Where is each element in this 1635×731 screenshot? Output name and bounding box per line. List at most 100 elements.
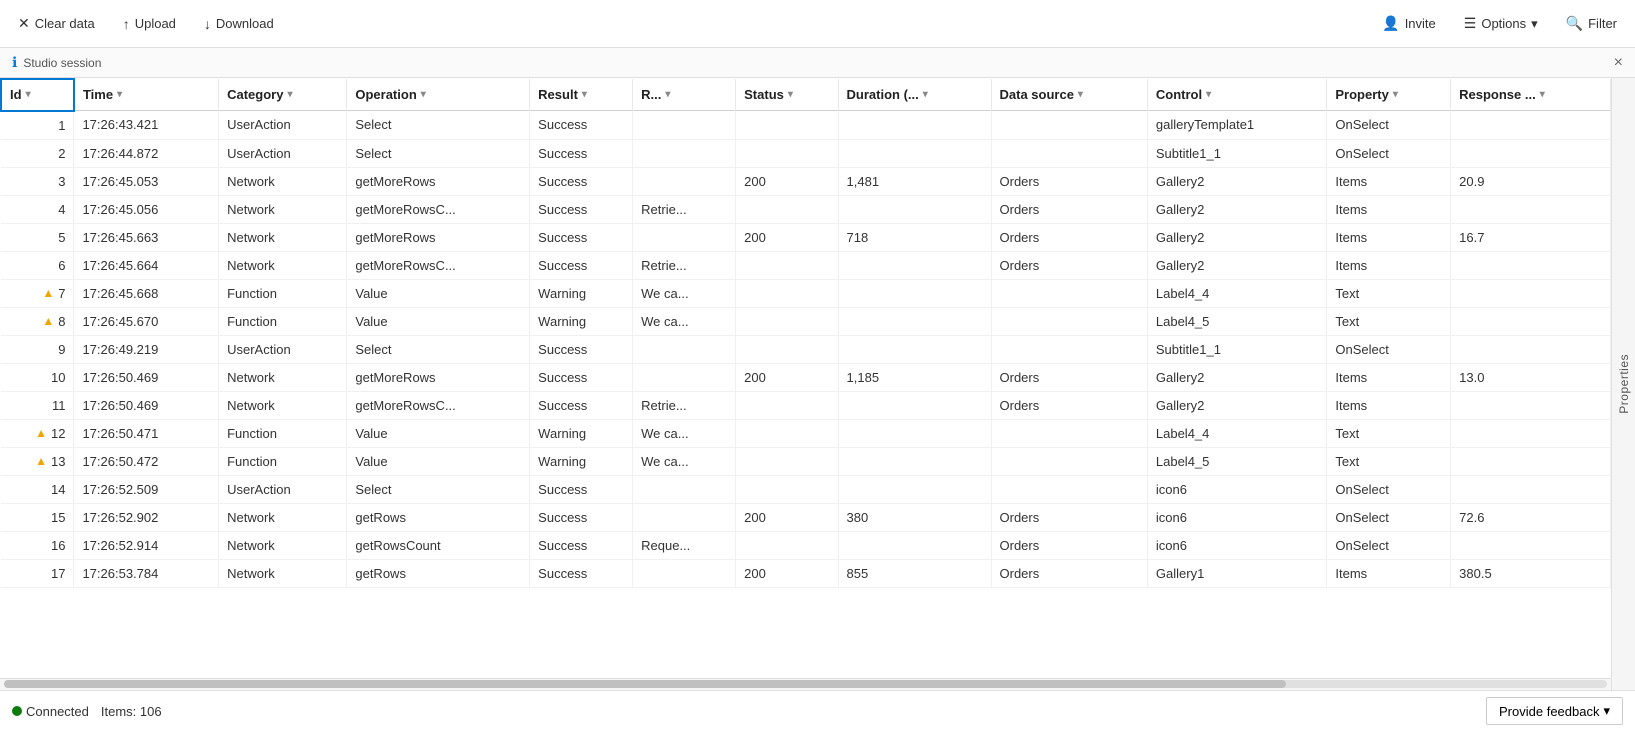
cell-response: 20.9 [1451, 167, 1611, 195]
provide-feedback-button[interactable]: Provide feedback ▾ [1486, 697, 1623, 725]
clear-data-label: Clear data [35, 16, 95, 31]
table-row[interactable]: ▲1217:26:50.471FunctionValueWarningWe ca… [1, 419, 1611, 447]
toolbar: ✕ Clear data ↑ Upload ↓ Download 👤 Invit… [0, 0, 1635, 48]
options-button[interactable]: ☰ Options ▾ [1458, 11, 1544, 36]
table-row[interactable]: 1117:26:50.469NetworkgetMoreRowsC...Succ… [1, 391, 1611, 419]
cell-id: 9 [1, 335, 74, 363]
col-header-duration[interactable]: Duration (... ▾ [838, 79, 991, 111]
cell-property: OnSelect [1327, 475, 1451, 503]
toolbar-left: ✕ Clear data ↑ Upload ↓ Download [12, 11, 1368, 36]
horizontal-scrollbar[interactable] [0, 678, 1611, 690]
filter-icon: 🔍 [1566, 15, 1583, 32]
cell-id: 11 [1, 391, 74, 419]
table-row[interactable]: 1617:26:52.914NetworkgetRowsCountSuccess… [1, 531, 1611, 559]
response-sort-icon: ▾ [1540, 89, 1545, 100]
col-header-property[interactable]: Property ▾ [1327, 79, 1451, 111]
cell-id: 14 [1, 475, 74, 503]
cell-id: 15 [1, 503, 74, 531]
table-body: 117:26:43.421UserActionSelectSuccessgall… [1, 111, 1611, 588]
cell-operation: Select [347, 111, 530, 140]
feedback-label: Provide feedback [1499, 704, 1599, 719]
cell-r [633, 335, 736, 363]
cell-control: Label4_4 [1147, 279, 1326, 307]
cell-r: Retrie... [633, 195, 736, 223]
cell-r: We ca... [633, 279, 736, 307]
cell-duration [838, 419, 991, 447]
cell-r [633, 363, 736, 391]
table-row[interactable]: ▲817:26:45.670FunctionValueWarningWe ca.… [1, 307, 1611, 335]
col-header-r[interactable]: R... ▾ [633, 79, 736, 111]
col-header-time[interactable]: Time ▾ [74, 79, 219, 111]
cell-category: Function [219, 447, 347, 475]
table-row[interactable]: ▲717:26:45.668FunctionValueWarningWe ca.… [1, 279, 1611, 307]
cell-id: 5 [1, 223, 74, 251]
col-header-response[interactable]: Response ... ▾ [1451, 79, 1611, 111]
table-row[interactable]: ▲1317:26:50.472FunctionValueWarningWe ca… [1, 447, 1611, 475]
cell-result: Success [530, 503, 633, 531]
table-row[interactable]: 1517:26:52.902NetworkgetRowsSuccess20038… [1, 503, 1611, 531]
invite-label: Invite [1405, 16, 1436, 31]
cell-control: Subtitle1_1 [1147, 139, 1326, 167]
table-row[interactable]: 1717:26:53.784NetworkgetRowsSuccess20085… [1, 559, 1611, 587]
cell-duration: 718 [838, 223, 991, 251]
filter-button[interactable]: 🔍 Filter [1560, 11, 1623, 36]
session-bar-close-button[interactable]: × [1614, 55, 1623, 71]
table-scroll[interactable]: Id ▾ Time ▾ Category [0, 78, 1611, 678]
cell-status [736, 195, 838, 223]
invite-button[interactable]: 👤 Invite [1376, 11, 1442, 36]
cell-id: 3 [1, 167, 74, 195]
cell-duration [838, 447, 991, 475]
upload-button[interactable]: ↑ Upload [117, 12, 182, 36]
cell-datasource [991, 335, 1147, 363]
table-container: Id ▾ Time ▾ Category [0, 78, 1611, 690]
col-header-status[interactable]: Status ▾ [736, 79, 838, 111]
cell-response [1451, 391, 1611, 419]
table-row[interactable]: 917:26:49.219UserActionSelectSuccessSubt… [1, 335, 1611, 363]
cell-control: icon6 [1147, 503, 1326, 531]
cell-control: icon6 [1147, 531, 1326, 559]
table-row[interactable]: 117:26:43.421UserActionSelectSuccessgall… [1, 111, 1611, 140]
status-bar: Connected Items: 106 Provide feedback ▾ [0, 690, 1635, 731]
col-header-result[interactable]: Result ▾ [530, 79, 633, 111]
cell-datasource [991, 447, 1147, 475]
cell-category: Network [219, 531, 347, 559]
table-row[interactable]: 517:26:45.663NetworkgetMoreRowsSuccess20… [1, 223, 1611, 251]
cell-time: 17:26:50.472 [74, 447, 219, 475]
col-header-category[interactable]: Category ▾ [219, 79, 347, 111]
table-row[interactable]: 217:26:44.872UserActionSelectSuccessSubt… [1, 139, 1611, 167]
cell-duration [838, 111, 991, 140]
cell-operation: getMoreRowsC... [347, 251, 530, 279]
cell-r [633, 475, 736, 503]
cell-control: Subtitle1_1 [1147, 335, 1326, 363]
table-row[interactable]: 417:26:45.056NetworkgetMoreRowsC...Succe… [1, 195, 1611, 223]
table-row[interactable]: 1017:26:50.469NetworkgetMoreRowsSuccess2… [1, 363, 1611, 391]
cell-response [1451, 419, 1611, 447]
cell-category: Network [219, 503, 347, 531]
table-row[interactable]: 317:26:45.053NetworkgetMoreRowsSuccess20… [1, 167, 1611, 195]
cell-duration [838, 195, 991, 223]
col-header-id[interactable]: Id ▾ [1, 79, 74, 111]
cell-response [1451, 335, 1611, 363]
cell-result: Success [530, 223, 633, 251]
col-header-control[interactable]: Control ▾ [1147, 79, 1326, 111]
cell-control: Gallery2 [1147, 167, 1326, 195]
cell-response [1451, 307, 1611, 335]
cell-duration [838, 279, 991, 307]
cell-result: Success [530, 531, 633, 559]
col-header-datasource[interactable]: Data source ▾ [991, 79, 1147, 111]
cell-time: 17:26:50.471 [74, 419, 219, 447]
cell-time: 17:26:45.053 [74, 167, 219, 195]
data-table: Id ▾ Time ▾ Category [0, 78, 1611, 588]
cell-response [1451, 251, 1611, 279]
cell-property: Items [1327, 223, 1451, 251]
col-header-operation[interactable]: Operation ▾ [347, 79, 530, 111]
side-panel[interactable]: Properties [1611, 78, 1635, 690]
cell-r: We ca... [633, 447, 736, 475]
cell-property: Text [1327, 447, 1451, 475]
cell-duration [838, 531, 991, 559]
cell-property: Text [1327, 419, 1451, 447]
clear-data-button[interactable]: ✕ Clear data [12, 11, 101, 36]
download-button[interactable]: ↓ Download [198, 12, 280, 36]
table-row[interactable]: 1417:26:52.509UserActionSelectSuccessico… [1, 475, 1611, 503]
table-row[interactable]: 617:26:45.664NetworkgetMoreRowsC...Succe… [1, 251, 1611, 279]
